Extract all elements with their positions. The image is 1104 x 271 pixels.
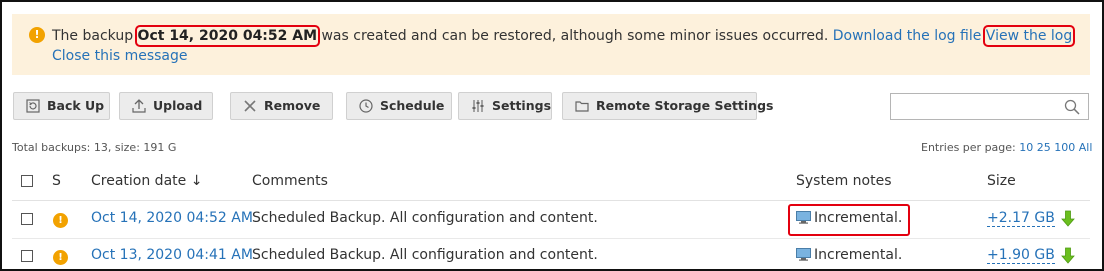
notification-message: The backup Oct 14, 2020 04:52 AM was cre… <box>52 25 1082 66</box>
remote-storage-settings-button[interactable]: Remote Storage Settings <box>562 92 773 120</box>
header-comments[interactable]: Comments <box>252 173 328 189</box>
creation-date-link[interactable]: Oct 13, 2020 04:41 AM <box>91 247 253 263</box>
page-size-10[interactable]: 10 <box>1019 141 1033 154</box>
upload-icon <box>132 99 146 113</box>
table-header: S Creation date ↓ Comments System notes … <box>12 164 1090 201</box>
back-up-button[interactable]: Back Up <box>13 92 110 120</box>
upload-label: Upload <box>153 98 203 113</box>
header-creation-date[interactable]: Creation date ↓ <box>91 173 202 189</box>
table-row: ! Oct 14, 2020 04:52 AM Scheduled Backup… <box>12 201 1090 239</box>
close-message-link[interactable]: Close this message <box>52 48 188 64</box>
row-checkbox[interactable] <box>21 250 33 262</box>
comment: Scheduled Backup. All configuration and … <box>252 210 598 226</box>
download-log-link[interactable]: Download the log file <box>833 28 982 44</box>
warning-icon: ! <box>29 27 45 43</box>
clock-icon <box>359 99 373 113</box>
settings-label: Settings <box>492 98 552 113</box>
warning-notification: ! The backup Oct 14, 2020 04:52 AM was c… <box>12 14 1090 75</box>
select-all-checkbox[interactable] <box>21 175 33 187</box>
download-icon[interactable] <box>1061 247 1075 265</box>
monitor-icon <box>796 248 811 261</box>
back-up-label: Back Up <box>47 98 105 113</box>
row-checkbox[interactable] <box>21 213 33 225</box>
table-row: ! Oct 13, 2020 04:41 AM Scheduled Backup… <box>12 238 1090 269</box>
backup-summary: Total backups: 13, size: 191 G <box>12 141 177 154</box>
remove-label: Remove <box>264 98 321 113</box>
backup-date: Oct 14, 2020 04:52 AM <box>134 25 321 47</box>
settings-button[interactable]: Settings <box>458 92 552 120</box>
remove-icon <box>244 100 256 112</box>
schedule-button[interactable]: Schedule <box>346 92 452 120</box>
header-size[interactable]: Size <box>987 173 1016 189</box>
page-size-25[interactable]: 25 <box>1037 141 1051 154</box>
header-system-notes[interactable]: System notes <box>796 173 892 189</box>
warning-status-icon: ! <box>53 213 68 228</box>
page-size-all[interactable]: All <box>1079 141 1093 154</box>
size-value[interactable]: +1.90 GB <box>987 247 1055 264</box>
remote-storage-label: Remote Storage Settings <box>596 98 774 113</box>
creation-date-link[interactable]: Oct 14, 2020 04:52 AM <box>91 210 253 226</box>
notice-prefix: The backup <box>52 28 138 44</box>
download-icon[interactable] <box>1061 210 1075 228</box>
system-note: Incremental. <box>796 247 902 263</box>
size-link[interactable]: +2.17 GB <box>987 210 1055 227</box>
page-size-100[interactable]: 100 <box>1054 141 1075 154</box>
size-link[interactable]: +1.90 GB <box>987 247 1055 264</box>
search-icon[interactable] <box>1064 99 1080 115</box>
system-note-text: Incremental. <box>814 247 903 263</box>
backup-manager-frame: ! The backup Oct 14, 2020 04:52 AM was c… <box>0 0 1104 271</box>
view-log-link[interactable]: View the log <box>982 25 1076 47</box>
header-status[interactable]: S <box>52 173 61 189</box>
system-note-highlight <box>788 204 910 236</box>
entries-per-page-label: Entries per page: <box>921 141 1016 154</box>
size-value[interactable]: +2.17 GB <box>987 210 1055 227</box>
schedule-label: Schedule <box>380 98 445 113</box>
pagination: Entries per page: 10 25 100 All <box>921 141 1092 154</box>
sliders-icon <box>472 100 484 112</box>
warning-status-icon: ! <box>53 250 68 265</box>
upload-button[interactable]: Upload <box>119 92 213 120</box>
back-up-icon <box>26 99 40 113</box>
search-input[interactable] <box>890 93 1089 120</box>
comment: Scheduled Backup. All configuration and … <box>252 247 598 263</box>
creation-date-label: Creation date ↓ <box>91 173 203 189</box>
notice-middle: was created and can be restored, althoug… <box>317 28 833 44</box>
remove-button[interactable]: Remove <box>230 92 333 120</box>
folder-icon <box>575 101 589 112</box>
